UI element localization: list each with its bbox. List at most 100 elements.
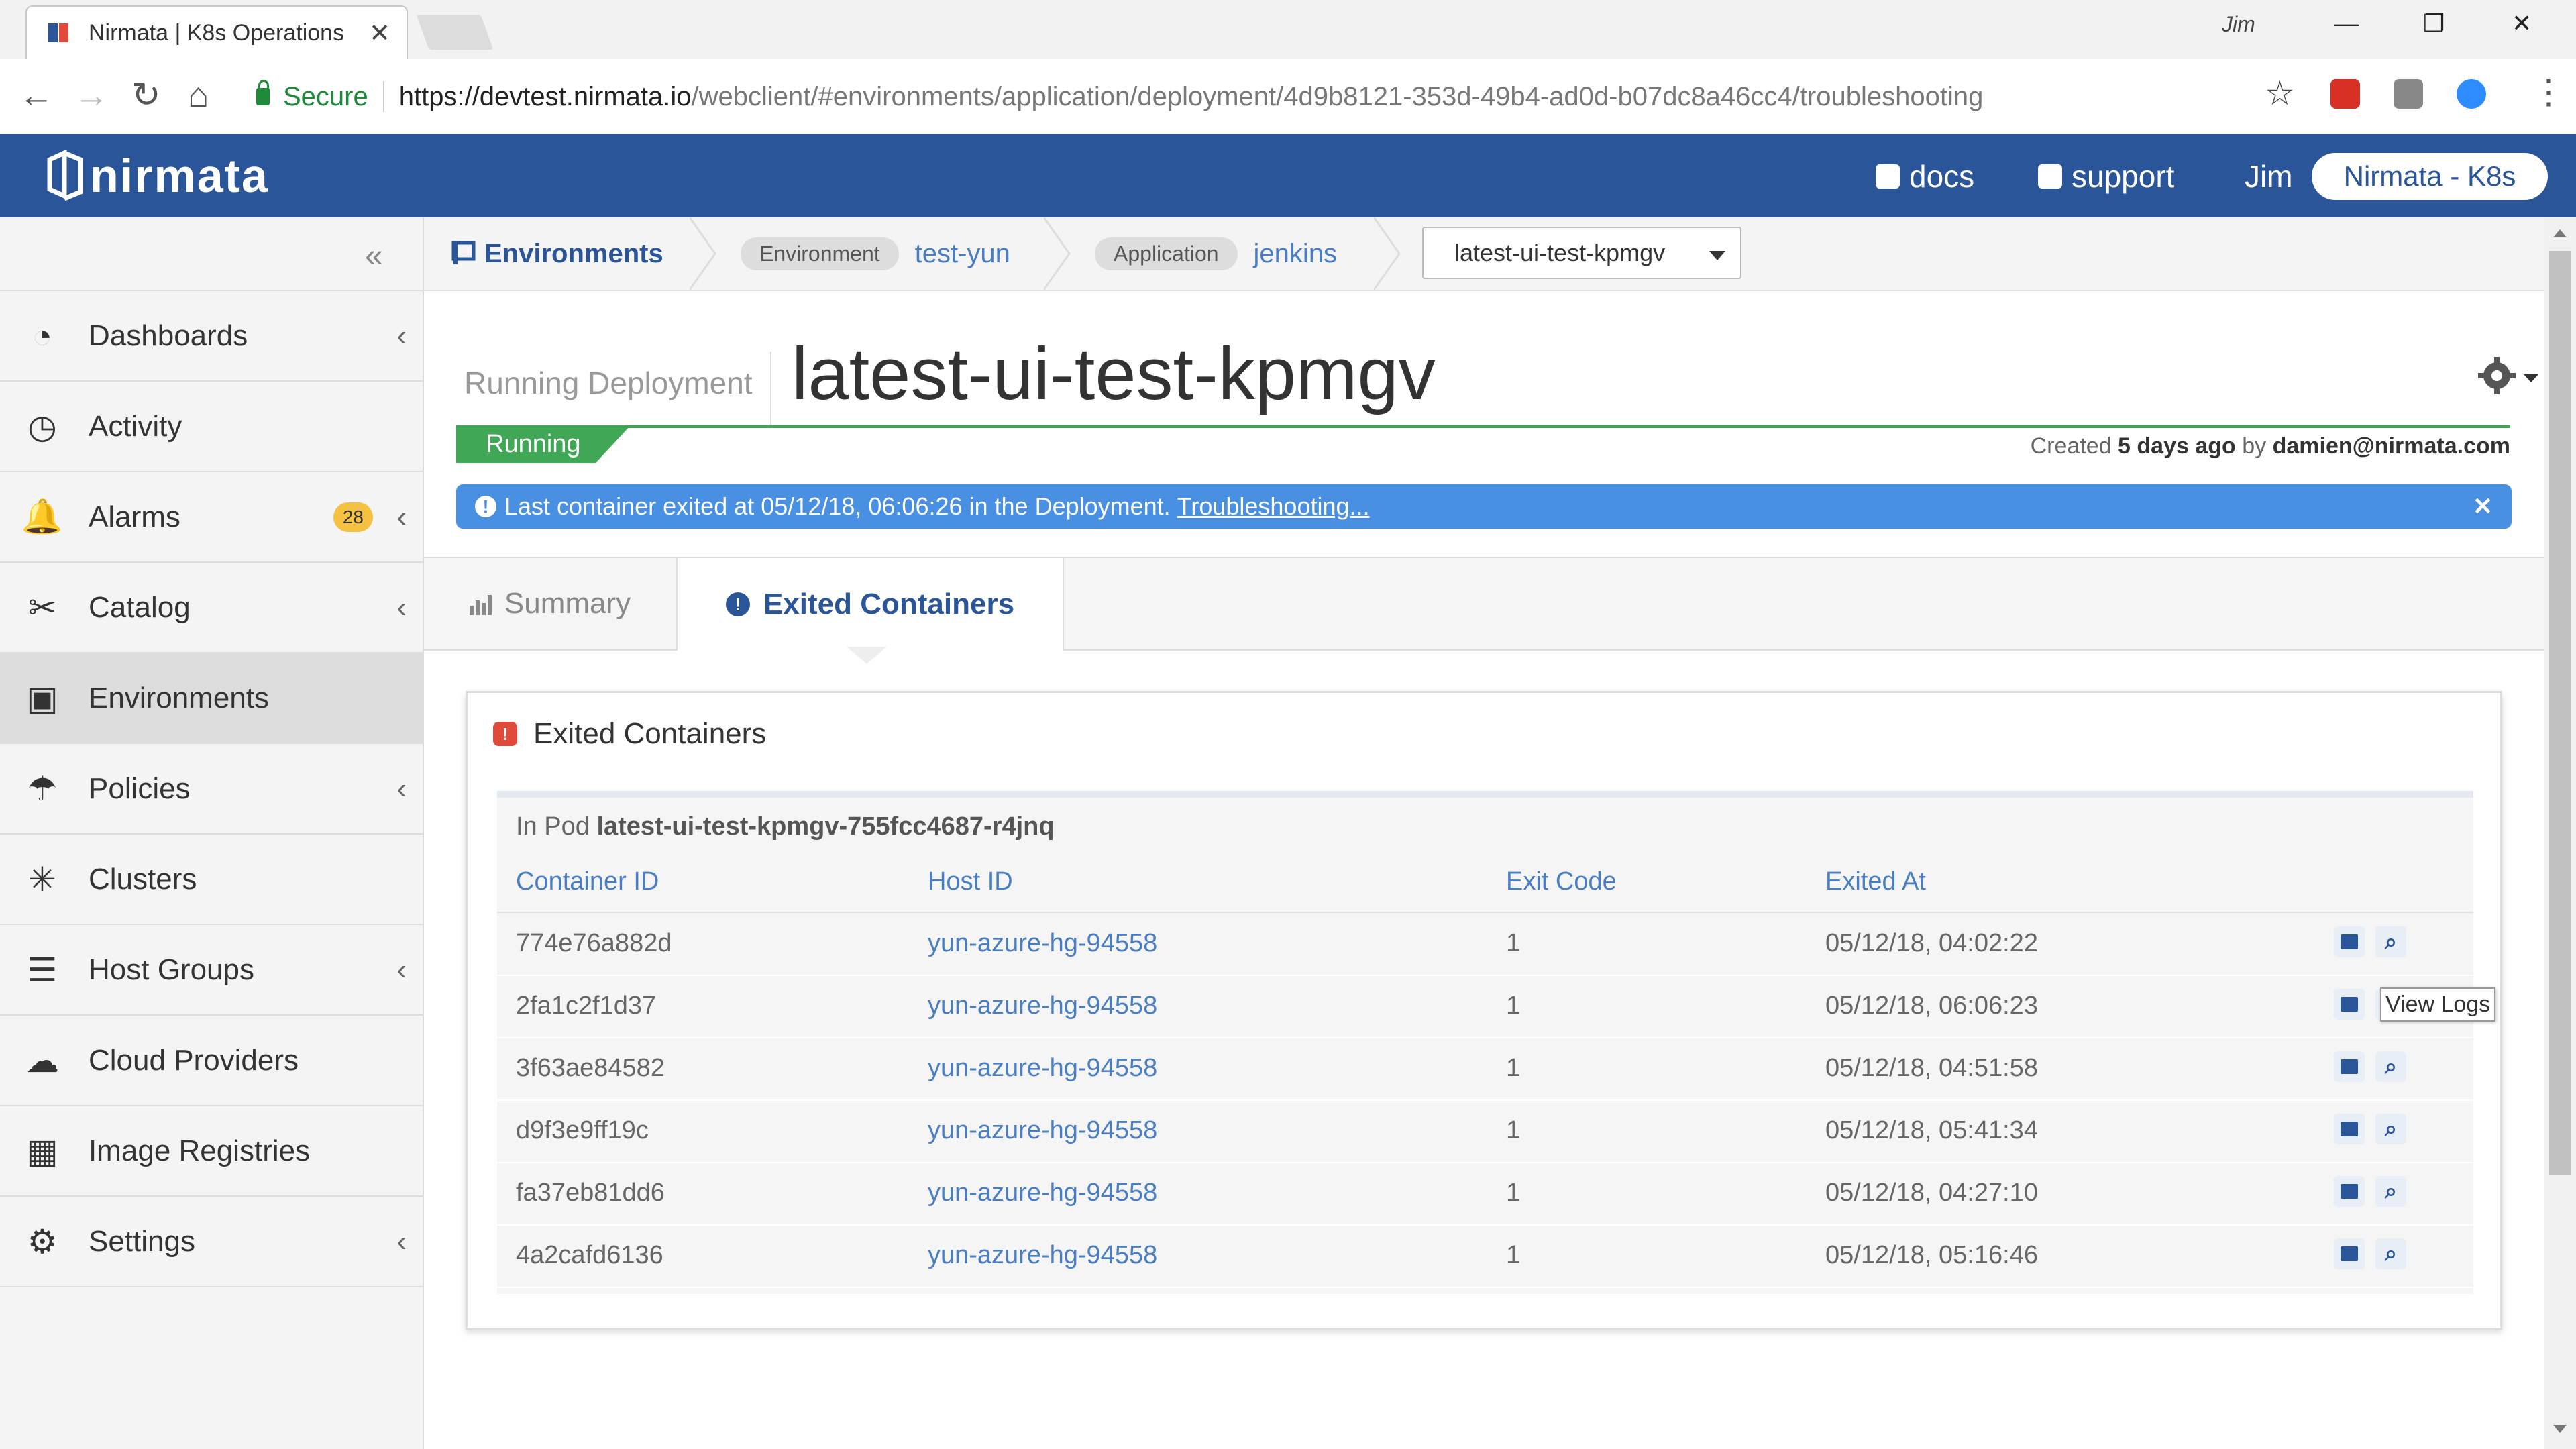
column-header-exited-at[interactable]: Exited At [1825, 867, 1926, 896]
window-minimize-icon[interactable]: — [2334, 9, 2359, 38]
tab-summary[interactable]: Summary [424, 558, 675, 649]
host-id-link[interactable]: yun-azure-hg-94558 [928, 1116, 1157, 1145]
view-logs-button[interactable] [2334, 1114, 2365, 1144]
support-link[interactable]: support [2038, 158, 2174, 195]
column-header-container-id[interactable]: Container ID [516, 867, 659, 896]
tenant-button[interactable]: Nirmata - K8s [2312, 153, 2548, 200]
sidebar-item-catalog[interactable]: ✂ Catalog ‹ [0, 563, 423, 653]
chevron-left-icon[interactable]: ‹ [396, 772, 407, 806]
address-bar[interactable]: Secure https://devtest.nirmata.io/webcli… [240, 71, 2306, 122]
umbrella-icon: ☂ [27, 769, 58, 808]
chevron-left-icon[interactable]: ‹ [396, 1225, 407, 1258]
window-profile-name[interactable]: Jim [2222, 12, 2255, 37]
back-icon[interactable]: ← [19, 78, 54, 113]
breadcrumb-environment[interactable]: Environment test-yun [741, 217, 1010, 290]
url-path: /webclient/#environments/application/dep… [691, 81, 1984, 111]
panel-title-label: Exited Containers [533, 717, 767, 750]
main-content: Environments Environment test-yun Applic… [424, 217, 2544, 1449]
pod-prefix: In Pod [516, 812, 590, 841]
sidebar-item-activity[interactable]: ◷ Activity [0, 382, 423, 472]
host-id-link[interactable]: yun-azure-hg-94558 [928, 929, 1157, 958]
chevron-left-icon[interactable]: ‹ [396, 591, 407, 625]
reload-icon[interactable]: ↻ [131, 78, 161, 113]
gmail-extension-icon[interactable] [2330, 79, 2360, 109]
new-tab-button[interactable] [416, 15, 494, 50]
sidebar-item-label: Dashboards [89, 319, 248, 352]
settings-gear-icon[interactable] [2477, 356, 2517, 396]
scrollbar-thumb[interactable] [2549, 251, 2571, 1175]
view-logs-button[interactable] [2334, 1176, 2365, 1207]
breadcrumb-environments-label: Environments [484, 238, 663, 268]
chevron-left-icon[interactable]: ‹ [396, 500, 407, 534]
deployment-select[interactable]: latest-ui-test-kpmgv [1422, 227, 1741, 279]
sidebar-item-alarms[interactable]: 🔔 Alarms 28 ‹ [0, 472, 423, 563]
exit-code-cell: 1 [1506, 991, 1521, 1020]
page-scrollbar[interactable] [2544, 217, 2576, 1449]
scroll-up-icon[interactable] [2553, 229, 2567, 237]
window-close-icon[interactable]: ✕ [2512, 9, 2532, 38]
host-id-link[interactable]: yun-azure-hg-94558 [928, 1241, 1157, 1270]
browser-tab[interactable]: Nirmata | K8s Operations ✕ [25, 5, 408, 59]
sidebar-item-settings[interactable]: ⚙ Settings ‹ [0, 1197, 423, 1287]
chevron-left-icon[interactable]: ‹ [396, 319, 407, 353]
breadcrumb-environments[interactable]: Environments [451, 217, 663, 290]
chevron-left-icon[interactable]: ‹ [396, 953, 407, 987]
breadcrumb-application[interactable]: Application jenkins [1095, 217, 1337, 290]
forward-icon[interactable]: → [74, 78, 109, 113]
home-icon[interactable]: ⌂ [188, 78, 209, 113]
server-icon: ☰ [27, 951, 58, 989]
table-row: 2fa1c2f1d37 yun-azure-hg-94558 1 05/12/18, … [497, 975, 2473, 1038]
sidebar-item-dashboards[interactable]: ◔ Dashboards ‹ [0, 291, 423, 382]
chevron-down-icon[interactable] [2524, 374, 2538, 382]
sidebar-item-image-registries[interactable]: ▦ Image Registries [0, 1106, 423, 1197]
column-header-host-id[interactable]: Host ID [928, 867, 1013, 896]
sidebar-item-label: Policies [89, 771, 191, 805]
exited-at-cell: 05/12/18, 06:06:23 [1825, 991, 2038, 1020]
sidebar-item-clusters[interactable]: ✳ Clusters [0, 835, 423, 925]
user-menu[interactable]: Jim [2245, 158, 2293, 195]
registry-icon: ▦ [26, 1132, 58, 1170]
nirmata-logo[interactable]: nirmata [44, 149, 269, 203]
scroll-down-icon[interactable] [2553, 1425, 2567, 1433]
sidebar-item-label: Cloud Providers [89, 1043, 299, 1077]
application-link[interactable]: jenkins [1254, 239, 1338, 269]
inspect-button[interactable]: ⌕ [2375, 1114, 2406, 1144]
status-badge: Running [456, 425, 631, 463]
browser-menu-icon[interactable]: ⋮ [2532, 72, 2565, 111]
host-id-link[interactable]: yun-azure-hg-94558 [928, 1054, 1157, 1083]
environment-link[interactable]: test-yun [915, 239, 1010, 269]
bookmark-star-icon[interactable]: ☆ [2265, 74, 2295, 113]
magnifier-icon: ⌕ [2385, 1116, 2397, 1140]
sidebar-item-policies[interactable]: ☂ Policies ‹ [0, 744, 423, 835]
inspect-button[interactable]: ⌕ [2375, 1238, 2406, 1269]
collapse-sidebar-icon[interactable]: « [365, 237, 383, 274]
exited-at-cell: 05/12/18, 04:02:22 [1825, 929, 2038, 957]
sidebar-item-cloud-providers[interactable]: ☁ Cloud Providers [0, 1016, 423, 1106]
inspect-button[interactable]: ⌕ [2375, 1176, 2406, 1207]
sidebar-item-host-groups[interactable]: ☰ Host Groups ‹ [0, 925, 423, 1016]
host-id-link[interactable]: yun-azure-hg-94558 [928, 1179, 1157, 1208]
sidebar-item-environments[interactable]: ▣ Environments [0, 653, 423, 744]
exited-at-cell: 05/12/18, 04:51:58 [1825, 1054, 2038, 1082]
window-restore-icon[interactable]: ❐ [2423, 9, 2445, 38]
docs-label: docs [1909, 159, 1975, 194]
sidebar-item-label: Activity [89, 409, 182, 443]
inspect-button[interactable]: ⌕ [2375, 1051, 2406, 1082]
nirmata-favicon-icon [48, 23, 68, 42]
column-header-exit-code[interactable]: Exit Code [1506, 867, 1617, 896]
tab-exited-containers[interactable]: ! Exited Containers [676, 558, 1064, 651]
host-id-link[interactable]: yun-azure-hg-94558 [928, 991, 1157, 1020]
troubleshooting-link[interactable]: Troubleshooting... [1177, 492, 1370, 521]
view-logs-button[interactable] [2334, 926, 2365, 957]
view-logs-button[interactable] [2334, 1051, 2365, 1082]
view-logs-button[interactable] [2334, 989, 2365, 1020]
docs-link[interactable]: docs [1876, 158, 1974, 195]
extension-icon[interactable] [2394, 79, 2423, 109]
tab-close-icon[interactable]: ✕ [369, 18, 390, 48]
lock-icon [256, 80, 270, 105]
inspect-button[interactable]: ⌕ [2375, 926, 2406, 957]
url-host: https://devtest.nirmata.io [398, 81, 692, 111]
zoom-extension-icon[interactable] [2457, 79, 2486, 109]
close-icon[interactable]: ✕ [2473, 492, 2493, 521]
view-logs-button[interactable] [2334, 1238, 2365, 1269]
